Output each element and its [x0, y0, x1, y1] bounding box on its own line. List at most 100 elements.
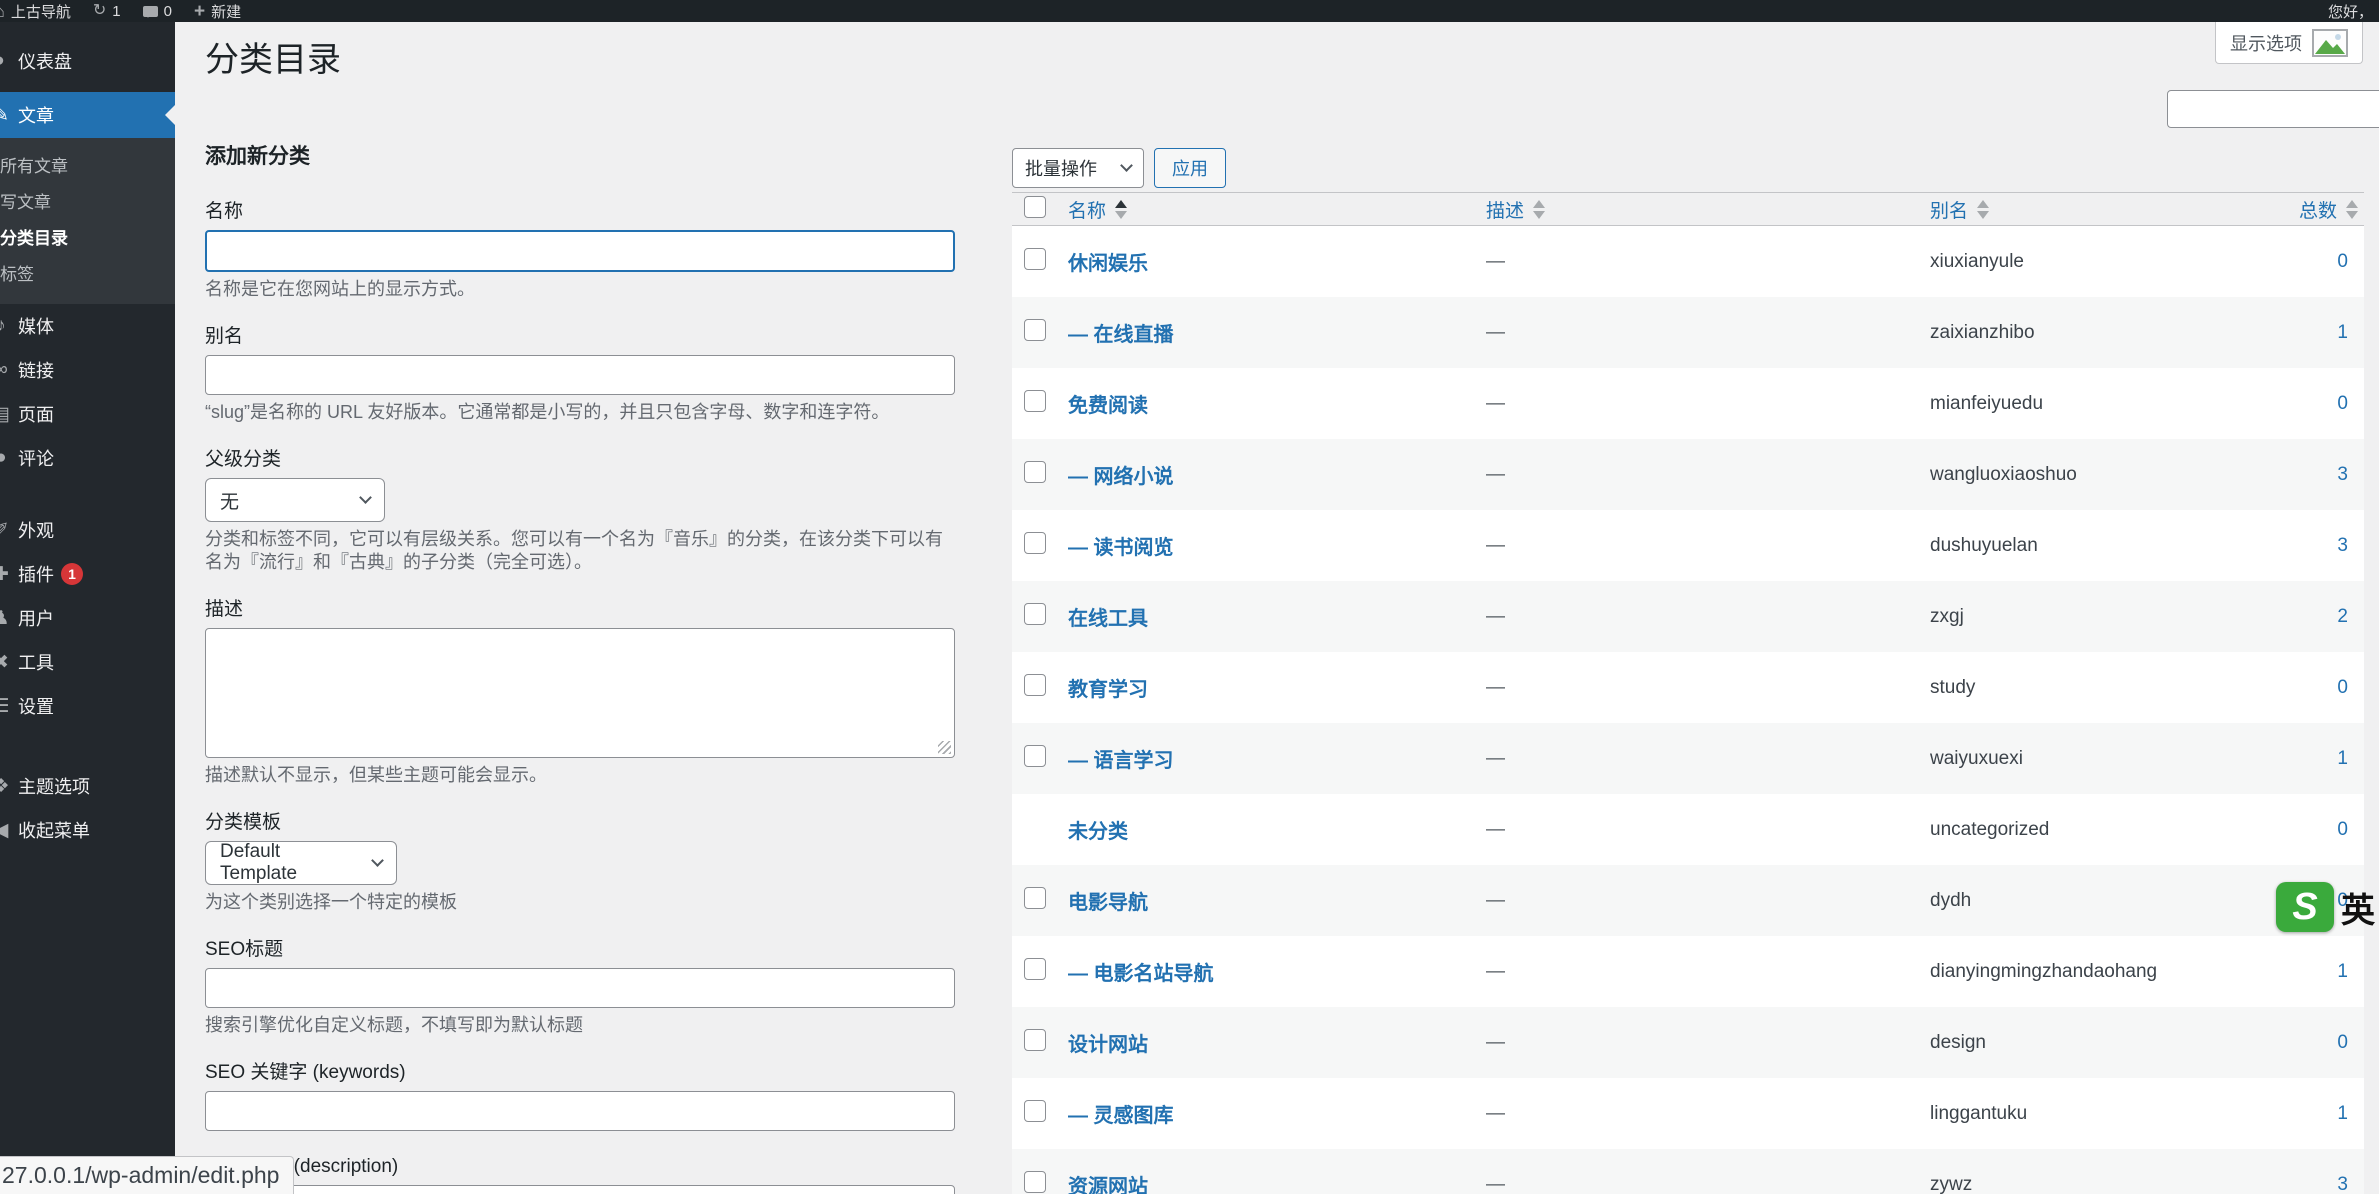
- row-count-link[interactable]: 1: [2337, 961, 2348, 982]
- category-slug-input[interactable]: [205, 355, 955, 395]
- sidebar-item-pages[interactable]: ▤页面: [0, 392, 175, 436]
- row-count-link[interactable]: 1: [2337, 748, 2348, 769]
- sort-arrows-icon: [1115, 200, 1127, 219]
- theme-options-icon: ❖: [0, 775, 14, 798]
- sidebar-item-label: 媒体: [18, 313, 54, 339]
- sidebar-item-tools[interactable]: ✖工具: [0, 640, 175, 684]
- category-name-link[interactable]: 免费阅读: [1068, 395, 1148, 417]
- sidebar-item-dashboard[interactable]: ◗仪表盘: [0, 39, 175, 83]
- row-count-link[interactable]: 1: [2337, 322, 2348, 343]
- resize-grip-icon[interactable]: [938, 741, 951, 754]
- row-checkbox[interactable]: [1024, 248, 1046, 270]
- sidebar-item-new-post[interactable]: 写文章: [0, 182, 175, 218]
- row-checkbox[interactable]: [1024, 532, 1046, 554]
- sidebar-item-theme-options[interactable]: ❖主题选项: [0, 764, 175, 808]
- sidebar-item-users[interactable]: ♟用户: [0, 596, 175, 640]
- row-checkbox[interactable]: [1024, 603, 1046, 625]
- comments-indicator[interactable]: 0: [143, 3, 172, 20]
- column-header-name[interactable]: 名称: [1068, 196, 1486, 223]
- table-row: 免费阅读—mianfeiyuedu0: [1012, 368, 2364, 439]
- media-icon: ♪: [0, 315, 14, 337]
- apply-button[interactable]: 应用: [1154, 148, 1226, 188]
- category-name-link[interactable]: — 电影名站导航: [1068, 963, 1214, 985]
- links-icon: ∞: [0, 359, 14, 381]
- sogou-ime-icon[interactable]: S: [2276, 882, 2334, 932]
- row-checkbox[interactable]: [1024, 745, 1046, 767]
- sidebar-item-label: 页面: [18, 401, 54, 427]
- category-name-link[interactable]: 在线工具: [1068, 608, 1148, 630]
- row-checkbox[interactable]: [1024, 319, 1046, 341]
- row-description-dash: —: [1486, 535, 1505, 556]
- seo-title-input[interactable]: [205, 968, 955, 1008]
- row-description-dash: —: [1486, 1103, 1505, 1124]
- site-menu[interactable]: ⌂ 上古导航: [8, 1, 71, 22]
- category-name-link[interactable]: — 网络小说: [1068, 466, 1174, 488]
- row-count-link[interactable]: 0: [2337, 251, 2348, 272]
- row-slug: dushuyuelan: [1930, 535, 2038, 556]
- seo-description-textarea[interactable]: [205, 1185, 955, 1194]
- row-count-link[interactable]: 2: [2337, 606, 2348, 627]
- row-checkbox[interactable]: [1024, 1100, 1046, 1122]
- row-count-link[interactable]: 0: [2337, 677, 2348, 698]
- row-checkbox[interactable]: [1024, 390, 1046, 412]
- admin-bar: ⌂ 上古导航 ↻ 1 0 + 新建 您好，: [0, 0, 2379, 22]
- sidebar-item-appearance[interactable]: ✐外观: [0, 508, 175, 552]
- sidebar-item-collapse-menu[interactable]: ◀收起菜单: [0, 808, 175, 852]
- category-template-select[interactable]: Default Template: [205, 841, 397, 885]
- screen-options-button[interactable]: 显示选项: [2215, 22, 2363, 64]
- category-name-link[interactable]: — 在线直播: [1068, 324, 1174, 346]
- row-checkbox[interactable]: [1024, 887, 1046, 909]
- category-name-link[interactable]: 资源网站: [1068, 1176, 1148, 1194]
- sidebar-item-tags[interactable]: 标签: [0, 254, 175, 290]
- select-all-checkbox[interactable]: [1024, 196, 1046, 218]
- row-checkbox[interactable]: [1024, 461, 1046, 483]
- category-name-link[interactable]: 休闲娱乐: [1068, 253, 1148, 275]
- sidebar-item-links[interactable]: ∞链接: [0, 348, 175, 392]
- category-name-link[interactable]: 电影导航: [1068, 892, 1148, 914]
- row-count-link[interactable]: 3: [2337, 464, 2348, 485]
- sidebar-item-label: 收起菜单: [18, 817, 90, 843]
- sidebar-item-label: 链接: [18, 357, 54, 383]
- template-label: 分类模板: [205, 807, 955, 834]
- row-count-link[interactable]: 0: [2337, 819, 2348, 840]
- updates-indicator[interactable]: ↻ 1: [93, 3, 121, 20]
- parent-field: 父级分类 无 分类和标签不同，它可以有层级关系。您可以有一个名为『音乐』的分类，…: [205, 444, 955, 574]
- row-count-link[interactable]: 0: [2337, 393, 2348, 414]
- sidebar-item-categories[interactable]: 分类目录: [0, 218, 175, 254]
- sidebar-item-media[interactable]: ♪媒体: [0, 304, 175, 348]
- row-count-link[interactable]: 3: [2337, 535, 2348, 556]
- column-header-count[interactable]: 总数: [2284, 196, 2364, 223]
- row-slug: uncategorized: [1930, 819, 2049, 840]
- bulk-actions-value: 批量操作: [1025, 155, 1097, 181]
- column-header-slug[interactable]: 别名: [1930, 196, 2284, 223]
- sidebar-item-settings[interactable]: ☰设置: [0, 684, 175, 728]
- column-header-description[interactable]: 描述: [1486, 196, 1930, 223]
- row-checkbox[interactable]: [1024, 1029, 1046, 1051]
- category-name-link[interactable]: — 读书阅览: [1068, 537, 1174, 559]
- row-checkbox[interactable]: [1024, 958, 1046, 980]
- category-name-link[interactable]: 未分类: [1068, 821, 1128, 843]
- sidebar-item-plugins[interactable]: ✚插件1: [0, 552, 175, 596]
- howdy-greeting[interactable]: 您好，: [2328, 0, 2373, 22]
- category-name-link[interactable]: — 灵感图库: [1068, 1105, 1174, 1127]
- row-checkbox[interactable]: [1024, 674, 1046, 696]
- category-name-link[interactable]: 教育学习: [1068, 679, 1148, 701]
- category-name-link[interactable]: 设计网站: [1068, 1034, 1148, 1056]
- seo-keywords-input[interactable]: [205, 1091, 955, 1131]
- new-content-menu[interactable]: + 新建: [194, 1, 241, 22]
- row-count-link[interactable]: 3: [2337, 1174, 2348, 1194]
- category-description-textarea[interactable]: [205, 628, 955, 758]
- bulk-actions-select[interactable]: 批量操作: [1012, 148, 1144, 188]
- sidebar-item-all-posts[interactable]: 所有文章: [0, 146, 175, 182]
- row-count-link[interactable]: 1: [2337, 1103, 2348, 1124]
- search-categories-input[interactable]: [2167, 90, 2379, 128]
- posts-icon: ✎: [0, 104, 14, 127]
- sidebar-item-posts[interactable]: ✎文章: [0, 92, 175, 138]
- category-name-input[interactable]: [205, 230, 955, 272]
- sidebar-item-comments[interactable]: ●评论: [0, 436, 175, 480]
- category-name-link[interactable]: — 语言学习: [1068, 750, 1174, 772]
- parent-category-select[interactable]: 无: [205, 478, 385, 522]
- active-menu-arrow: [155, 105, 175, 125]
- row-checkbox[interactable]: [1024, 1171, 1046, 1193]
- row-count-link[interactable]: 0: [2337, 1032, 2348, 1053]
